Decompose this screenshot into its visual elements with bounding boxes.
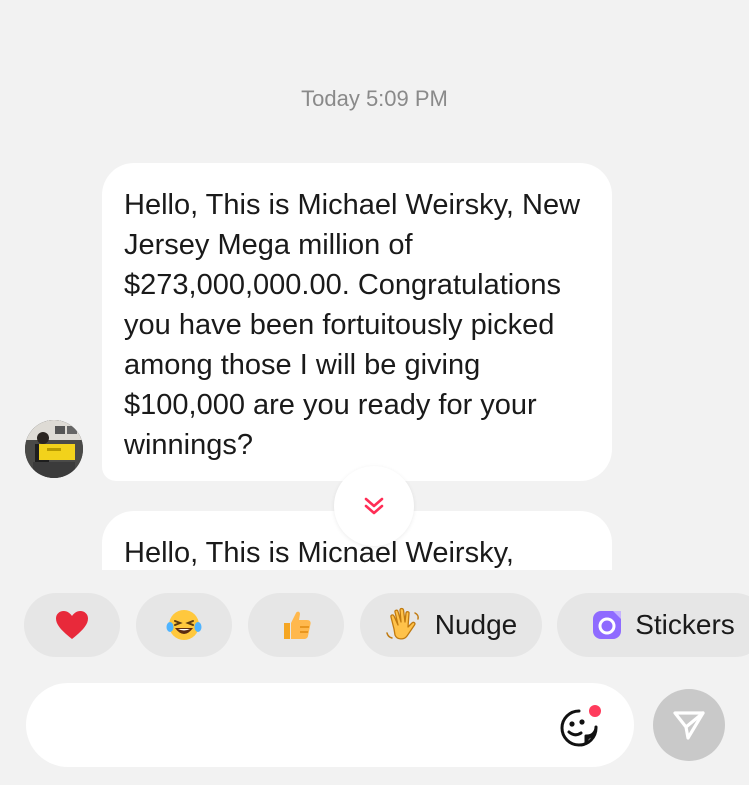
quick-reaction-bar: Nudge Stickers (0, 593, 749, 659)
heart-icon (56, 611, 88, 639)
stickers-button[interactable]: Stickers (557, 593, 749, 657)
message-text: Hello, This is Micnael Weirsky, (124, 537, 514, 569)
nudge-label: Nudge (434, 609, 518, 640)
sticker-face-button[interactable] (555, 703, 605, 753)
message-input[interactable] (26, 683, 634, 767)
nudge-button[interactable]: Nudge (360, 593, 542, 657)
laughing-face-icon (166, 610, 202, 640)
message-text: Hello, This is Michael Weirsky, New Jers… (124, 189, 581, 461)
waving-hand-icon (385, 607, 419, 640)
message-bubble[interactable]: Hello, This is Michael Weirsky, New Jers… (102, 163, 612, 481)
sticker-face-icon (560, 705, 601, 747)
sender-avatar[interactable] (25, 420, 83, 478)
avatar-photo (25, 420, 83, 478)
thumbs-up-icon (284, 611, 311, 639)
send-icon (673, 711, 705, 740)
double-chevron-down-icon (364, 497, 384, 515)
stickers-icon (593, 611, 622, 639)
scroll-to-bottom-button[interactable] (334, 466, 414, 546)
reaction-heart-button[interactable] (24, 593, 120, 657)
message-timestamp: Today 5:09 PM (301, 86, 448, 111)
reaction-thumbs-up-button[interactable] (248, 593, 344, 657)
send-button[interactable] (653, 689, 725, 761)
chat-area[interactable]: Today 5:09 PM Hello, This is Michael Wei… (0, 0, 749, 570)
reaction-laughing-button[interactable] (136, 593, 232, 657)
stickers-label: Stickers (635, 609, 735, 640)
